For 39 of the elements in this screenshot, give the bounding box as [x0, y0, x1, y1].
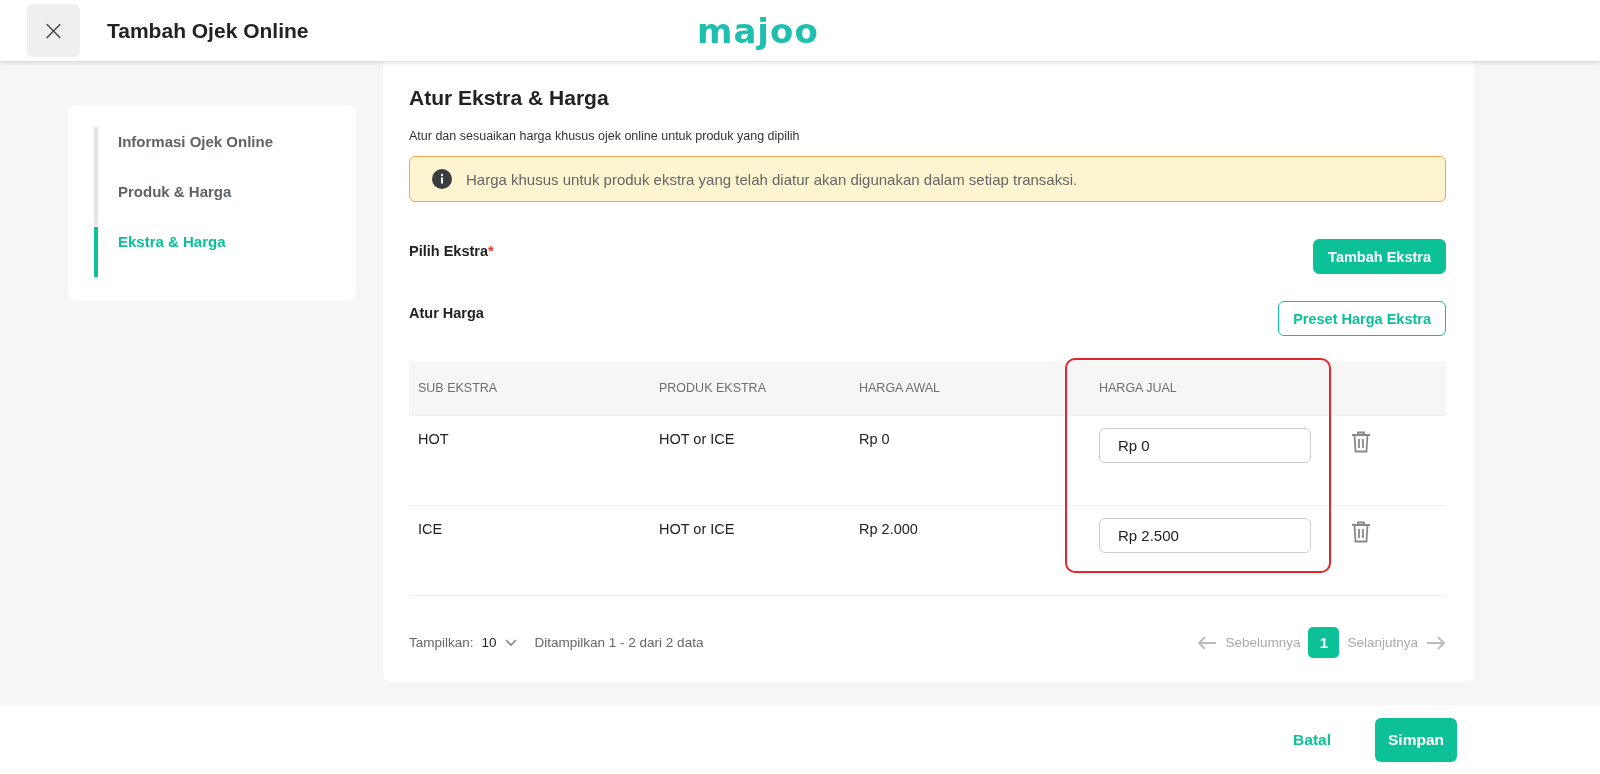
page-button[interactable]: 1: [1308, 627, 1340, 658]
info-text: Harga khusus untuk produk ekstra yang telah diatur akan digunakan dalam setiap transaksi.: [466, 170, 1078, 188]
chevron-down-icon: [504, 638, 517, 647]
trash-icon[interactable]: [1351, 431, 1371, 453]
save-button[interactable]: Simpan: [1375, 717, 1457, 762]
column-header: HARGA AWAL: [858, 381, 942, 395]
previous-page-button[interactable]: Sebelumnya: [1225, 635, 1301, 650]
price-input[interactable]: Rp 0: [1099, 428, 1311, 463]
next-page-button[interactable]: Selanjutnya: [1347, 635, 1418, 650]
table-cell-text: HOT: [417, 430, 450, 449]
add-extra-button[interactable]: Tambah Ekstra: [1313, 239, 1446, 274]
arrow-left-icon[interactable]: [1197, 634, 1218, 651]
cancel-button[interactable]: Batal: [1287, 729, 1337, 750]
section-title: Atur Ekstra & Harga: [409, 86, 610, 110]
pagination-summary: Ditampilkan 1 - 2 dari 2 data: [534, 635, 704, 650]
set-price-label: Atur Harga: [409, 304, 484, 321]
table-cell-text: HOT or ICE: [658, 430, 736, 449]
price-input[interactable]: Rp 2.500: [1099, 518, 1311, 553]
column-header: PRODUK EKSTRA: [658, 381, 767, 395]
preset-price-button[interactable]: Preset Harga Ekstra: [1278, 301, 1446, 336]
column-header: HARGA JUAL: [1090, 381, 1345, 395]
pick-extra-label: Pilih Ekstra*: [409, 242, 494, 259]
step-item[interactable]: Produk & Harga: [94, 177, 356, 227]
page-title: Tambah Ojek Online: [107, 18, 310, 43]
section-description: Atur dan sesuaikan harga khusus ojek online untuk produk yang dipilih: [409, 129, 801, 143]
step-item[interactable]: Ekstra & Harga: [94, 227, 356, 277]
close-button[interactable]: ×: [27, 4, 80, 57]
trash-icon[interactable]: [1351, 521, 1371, 543]
table-cell-text: Rp 2.000: [858, 520, 919, 539]
arrow-right-icon[interactable]: [1426, 634, 1446, 651]
info-icon: [432, 169, 452, 189]
table-cell-text: ICE: [417, 520, 444, 539]
column-header: SUB EKSTRA: [417, 381, 499, 395]
page-size-label: Tampilkan:: [409, 635, 474, 650]
table-cell-text: Rp 0: [858, 430, 891, 449]
logo: majoo: [697, 10, 819, 51]
page-size-dropdown[interactable]: 10: [481, 635, 527, 650]
step-item[interactable]: Informasi Ojek Online: [94, 127, 356, 177]
table-cell-text: HOT or ICE: [658, 520, 736, 539]
